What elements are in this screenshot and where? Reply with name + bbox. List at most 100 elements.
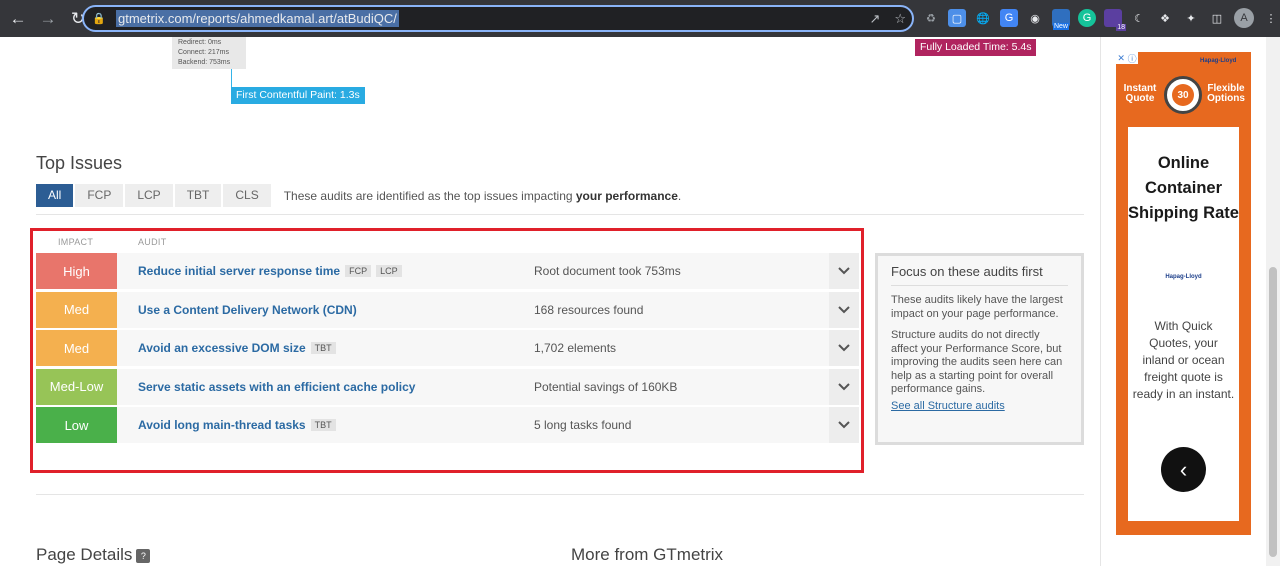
audit-title[interactable]: Serve static assets with an efficient ca… bbox=[138, 380, 415, 394]
audit-row[interactable]: High Reduce initial server response time F… bbox=[36, 253, 859, 289]
profile-avatar[interactable]: A bbox=[1234, 8, 1254, 28]
recycle-extension-icon[interactable]: ♻ bbox=[922, 9, 940, 27]
audit-title[interactable]: Avoid long main-thread tasks bbox=[138, 418, 306, 432]
camera-extension-icon[interactable]: ◉ bbox=[1026, 9, 1044, 27]
audit-result: 5 long tasks found bbox=[534, 418, 632, 433]
stopwatch-number: 30 bbox=[1172, 84, 1194, 106]
back-arrow-icon[interactable]: ← bbox=[6, 7, 30, 31]
audit-name[interactable]: Avoid an excessive DOM size TBT bbox=[138, 341, 534, 355]
ad-body-text: With Quick Quotes, your inland or ocean … bbox=[1132, 319, 1235, 401]
structure-audits-link[interactable]: See all Structure audits bbox=[891, 400, 1068, 412]
fcp-marker-label: First Contentful Paint: 1.3s bbox=[231, 87, 365, 104]
side-panel-icon[interactable]: ◫ bbox=[1208, 9, 1226, 27]
advertisement[interactable]: ✕ ⓘ Hapag-Lloyd Instant Quote 30 Flexible… bbox=[1116, 52, 1251, 535]
document-extension-icon[interactable]: ▢ bbox=[948, 9, 966, 27]
new-extension-icon[interactable]: New bbox=[1052, 9, 1070, 30]
metric-tag: TBT bbox=[310, 419, 336, 432]
chevron-down-icon[interactable] bbox=[829, 291, 859, 328]
audit-result: 168 resources found bbox=[534, 302, 644, 317]
audit-result: Potential savings of 160KB bbox=[534, 379, 678, 394]
filter-cls[interactable]: CLS bbox=[223, 184, 271, 207]
focus-paragraph-2: Structure audits do not directly affect … bbox=[891, 329, 1063, 395]
audit-row[interactable]: Med-Low Serve static assets with an effic… bbox=[36, 368, 859, 405]
audit-row[interactable]: Low Avoid long main-thread tasks TBT 5 long… bbox=[36, 407, 859, 444]
audit-name[interactable]: Use a Content Delivery Network (CDN) bbox=[138, 303, 534, 317]
ad-choices-icon[interactable]: ✕ ⓘ bbox=[1116, 52, 1138, 64]
audit-column-header: AUDIT bbox=[138, 237, 167, 247]
impact-badge: Med-Low bbox=[36, 368, 117, 405]
audit-name[interactable]: Reduce initial server response time FCP LC… bbox=[138, 264, 534, 278]
more-from-gtmetrix-heading: More from GTmetrix bbox=[571, 545, 724, 564]
chevron-left-icon[interactable]: ‹ bbox=[1161, 447, 1206, 492]
address-bar[interactable]: 🔒 gtmetrix.com/reports/ahmedkamal.art/at… bbox=[82, 5, 914, 32]
metric-tag: LCP bbox=[376, 265, 402, 277]
menu-kebab-icon[interactable]: ⋮ bbox=[1262, 9, 1280, 27]
translate-extension-icon[interactable]: G bbox=[1000, 9, 1018, 27]
stopwatch-icon: 30 bbox=[1164, 76, 1202, 114]
url-text[interactable]: gtmetrix.com/reports/ahmedkamal.art/atBu… bbox=[116, 10, 399, 27]
audit-title[interactable]: Reduce initial server response time bbox=[138, 264, 340, 278]
globe-extension-icon[interactable]: 🌐 bbox=[974, 9, 992, 27]
audit-name[interactable]: Avoid long main-thread tasks TBT bbox=[138, 418, 534, 432]
ad-headline: Online Container Shipping Rate bbox=[1128, 154, 1239, 222]
audit-result: 1,702 elements bbox=[534, 341, 617, 356]
report-main: Redirect: 0ms Connect: 217ms Backend: 75… bbox=[0, 37, 1102, 566]
metric-tag: TBT bbox=[310, 342, 336, 355]
divider bbox=[36, 494, 1084, 495]
audit-title[interactable]: Avoid an excessive DOM size bbox=[138, 341, 306, 355]
audit-title[interactable]: Use a Content Delivery Network (CDN) bbox=[138, 303, 357, 317]
page-scrollbar[interactable] bbox=[1266, 37, 1280, 566]
top-issues-title: Top Issues bbox=[36, 153, 123, 173]
metric-tag: FCP bbox=[345, 265, 372, 277]
top-issues-table: IMPACT AUDIT High Reduce initial server r… bbox=[30, 228, 864, 473]
filter-note: These audits are identified as the top i… bbox=[283, 188, 682, 203]
chevron-down-icon[interactable] bbox=[829, 407, 859, 444]
forward-arrow-icon[interactable]: → bbox=[36, 7, 60, 31]
share-icon[interactable]: ↗ bbox=[869, 11, 880, 27]
chevron-down-icon[interactable] bbox=[829, 368, 859, 405]
audit-name[interactable]: Serve static assets with an efficient ca… bbox=[138, 380, 534, 394]
tools-extension-icon[interactable]: ❖ bbox=[1156, 9, 1174, 27]
impact-badge: Low bbox=[36, 407, 117, 444]
focus-card: Focus on these audits first These audits… bbox=[875, 253, 1084, 445]
ad-left-text: Instant Quote bbox=[1123, 83, 1157, 104]
bookmark-star-icon[interactable]: ☆ bbox=[894, 11, 906, 27]
badge-extension-icon[interactable]: 18 bbox=[1104, 9, 1126, 31]
audit-result: Root document took 753ms bbox=[534, 264, 681, 278]
focus-title: Focus on these audits first bbox=[891, 264, 1068, 286]
ad-brand-logo: Hapag-Lloyd bbox=[1200, 58, 1237, 64]
filter-fcp[interactable]: FCP bbox=[75, 184, 124, 207]
timing-redirect: Redirect: 0ms bbox=[178, 39, 222, 46]
lock-icon: 🔒 bbox=[92, 13, 106, 25]
audit-row[interactable]: Med Avoid an excessive DOM size TBT 1,702 e… bbox=[36, 330, 859, 367]
focus-paragraph-1: These audits likely have the largest imp… bbox=[891, 294, 1063, 320]
puzzle-extensions-icon[interactable]: ✦ bbox=[1182, 9, 1200, 27]
timing-backend: Backend: 753ms bbox=[178, 59, 231, 66]
ad-panel-logo: Hapag-Lloyd bbox=[1165, 274, 1202, 280]
chevron-down-icon[interactable] bbox=[829, 330, 859, 367]
chevron-down-icon[interactable] bbox=[829, 253, 859, 289]
scrollbar-thumb[interactable] bbox=[1269, 267, 1277, 557]
filter-lcp[interactable]: LCP bbox=[125, 184, 173, 207]
divider bbox=[36, 214, 1084, 215]
timing-connect: Connect: 217ms bbox=[178, 49, 229, 56]
filter-tbt[interactable]: TBT bbox=[174, 184, 222, 207]
ad-right-text: Flexible Options bbox=[1207, 83, 1245, 104]
ad-panel: Online Container Shipping Rate Hapag-Llo… bbox=[1128, 127, 1239, 521]
fcp-marker-line bbox=[231, 69, 232, 87]
filter-all[interactable]: All bbox=[36, 184, 74, 207]
page-details-heading: Page Details? bbox=[36, 545, 151, 565]
fully-loaded-marker-label: Fully Loaded Time: 5.4s bbox=[915, 39, 1037, 56]
page-content: Redirect: 0ms Connect: 217ms Backend: 75… bbox=[0, 37, 1280, 566]
browser-toolbar: ← → ↻ 🔒 gtmetrix.com/reports/ahmedkamal.… bbox=[0, 0, 1280, 37]
extensions-bar: ♻ ▢ 🌐 G ◉ New G 18 ☾ ❖ ✦ ◫ A ⋮ bbox=[922, 8, 1280, 31]
help-icon[interactable]: ? bbox=[136, 548, 151, 563]
impact-badge: Med bbox=[36, 330, 117, 367]
audit-rows: High Reduce initial server response time F… bbox=[36, 253, 859, 446]
impact-badge: Med bbox=[36, 291, 117, 328]
grammarly-extension-icon[interactable]: G bbox=[1078, 9, 1096, 27]
issue-filter-tabs: All FCP LCP TBT CLS These audits are ide… bbox=[36, 184, 681, 207]
audit-row[interactable]: Med Use a Content Delivery Network (CDN) 1… bbox=[36, 291, 859, 328]
impact-column-header: IMPACT bbox=[58, 237, 94, 247]
moon-extension-icon[interactable]: ☾ bbox=[1130, 9, 1148, 27]
